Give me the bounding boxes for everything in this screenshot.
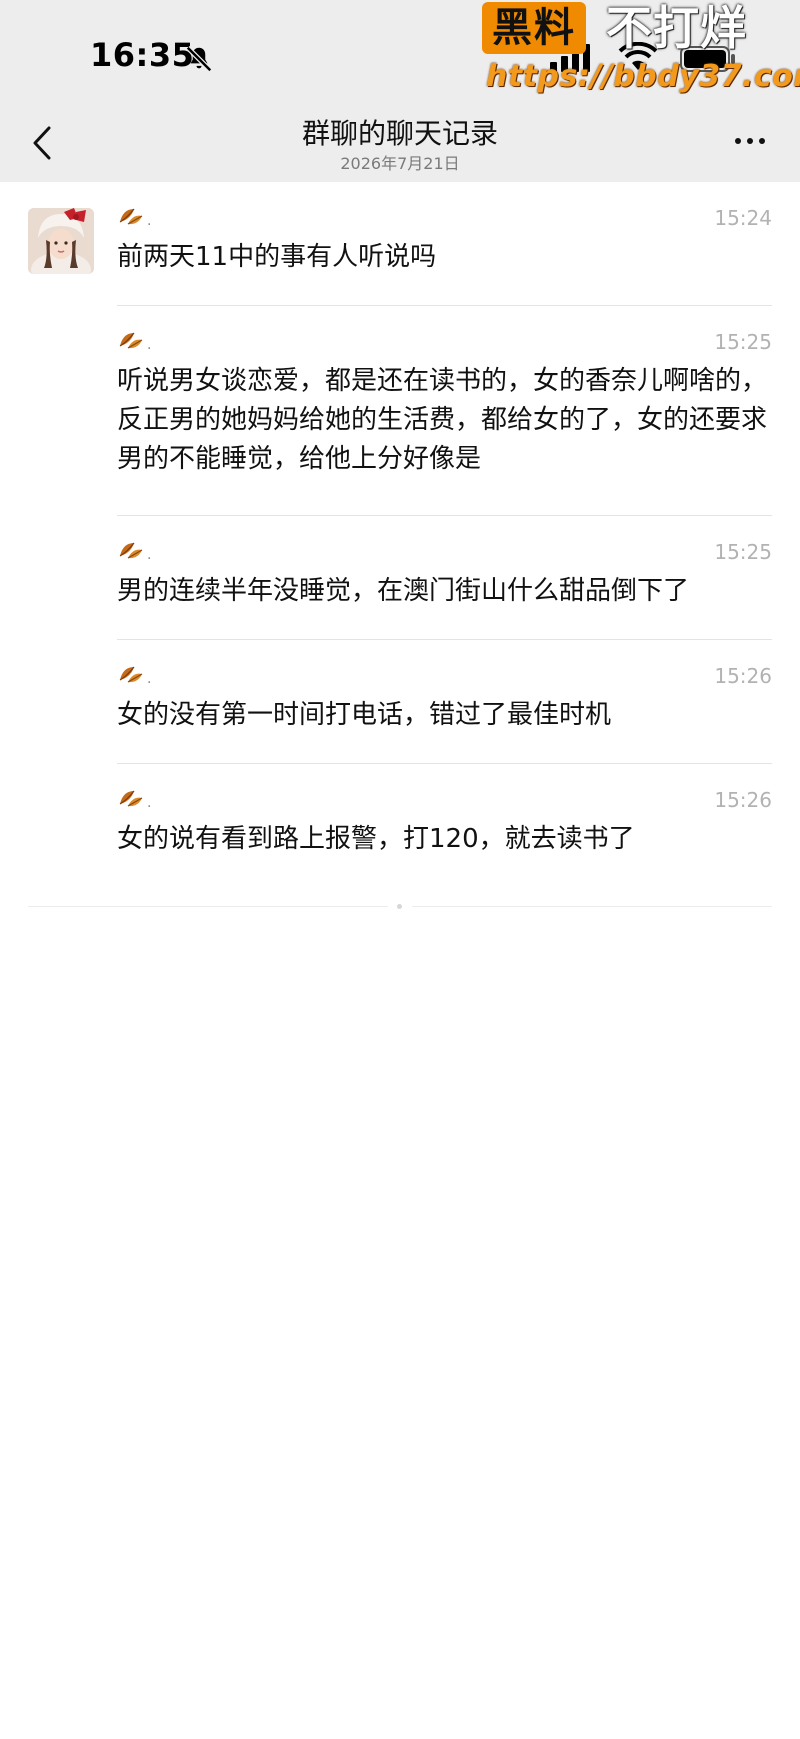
message-time: 15:25 <box>714 540 772 564</box>
page-subtitle: 2026年7月21日 <box>340 154 460 173</box>
message-time: 15:24 <box>714 206 772 230</box>
message-text: 女的说有看到路上报警，打120，就去读书了 <box>117 824 635 854</box>
leaf-emoji-icon <box>119 208 143 225</box>
message-text: 听说男女谈恋爱，都是还在读书的，女的香奈儿啊啥的，反正男的她妈妈给她的生活费，都… <box>117 366 768 474</box>
end-of-history-divider <box>28 904 772 909</box>
leaf-emoji-icon <box>119 332 143 349</box>
message-time: 15:25 <box>714 330 772 354</box>
more-dots-icon <box>735 138 741 144</box>
watermark-text: 不打烊 <box>606 1 747 55</box>
top-bar: 16:35 黑料 不打烊 https://bbdy37.com 群聊的聊天记录 … <box>0 0 800 182</box>
avatar[interactable] <box>28 208 94 274</box>
watermark: 黑料 不打烊 https://bbdy37.com <box>482 0 800 98</box>
message-item[interactable]: . 15:25 男的连续半年没睡觉，在澳门街山什么甜品倒下了 <box>117 516 772 640</box>
message-time: 15:26 <box>714 788 772 812</box>
sender-name: . <box>117 538 151 562</box>
status-time: 16:35 <box>90 36 195 74</box>
message-text: 男的连续半年没睡觉，在澳门街山什么甜品倒下了 <box>117 576 690 606</box>
message-item[interactable]: . 15:26 女的说有看到路上报警，打120，就去读书了 <box>117 764 772 888</box>
more-button[interactable] <box>728 128 772 154</box>
message-time: 15:26 <box>714 664 772 688</box>
leaf-emoji-icon <box>119 542 143 559</box>
message-text: 前两天11中的事有人听说吗 <box>117 242 437 272</box>
message-text: 女的没有第一时间打电话，错过了最佳时机 <box>117 700 612 730</box>
leaf-emoji-icon <box>119 666 143 683</box>
leaf-emoji-icon <box>119 790 143 807</box>
bell-slash-icon <box>185 45 213 73</box>
more-dots-icon <box>759 138 765 144</box>
message-item[interactable]: . 15:26 女的没有第一时间打电话，错过了最佳时机 <box>117 640 772 764</box>
watermark-badge: 黑料 <box>482 2 586 54</box>
message-item[interactable]: . 15:24 前两天11中的事有人听说吗 <box>117 182 772 306</box>
message-item[interactable]: . 15:25 听说男女谈恋爱，都是还在读书的，女的香奈儿啊啥的，反正男的她妈妈… <box>117 306 772 516</box>
sender-name: . <box>117 204 151 228</box>
watermark-url: https://bbdy37.com <box>486 59 800 94</box>
sender-name: . <box>117 786 151 810</box>
sender-name: . <box>117 662 151 686</box>
more-dots-icon <box>747 138 753 144</box>
page-title: 群聊的聊天记录 <box>301 117 498 150</box>
sender-name: . <box>117 328 151 352</box>
